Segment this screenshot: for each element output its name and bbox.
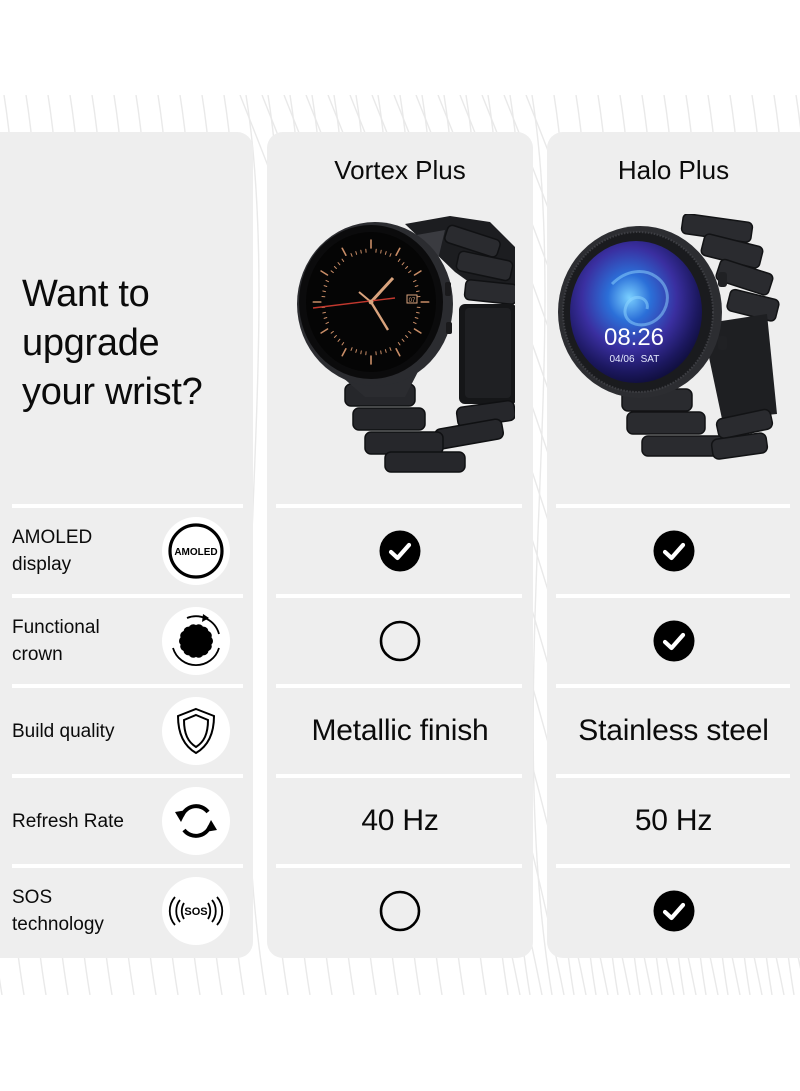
- value-text: Metallic finish: [311, 714, 489, 747]
- value-cell: [547, 508, 800, 594]
- product-title: Vortex Plus: [334, 155, 466, 185]
- svg-text:SOS: SOS: [184, 906, 207, 918]
- feature-label: AMOLED display: [12, 524, 92, 578]
- row-divider: [12, 774, 243, 778]
- rotating-crown-icon: [162, 607, 230, 675]
- value-text: 40 Hz: [361, 804, 439, 837]
- value-cell: [547, 868, 800, 954]
- value-text: 50 Hz: [634, 804, 713, 837]
- headline-line: upgrade: [22, 322, 160, 364]
- check-icon: [653, 890, 695, 932]
- row-divider: [12, 864, 243, 868]
- value-cell: Metallic finish: [267, 688, 533, 774]
- headline: Want to upgrade your wrist?: [22, 270, 203, 417]
- headline-line: Want to: [22, 273, 150, 315]
- sos-icon: SOS: [162, 877, 230, 945]
- shield-icon: [162, 697, 230, 765]
- watch-date-badge: 07: [409, 298, 416, 304]
- refresh-icon: [162, 787, 230, 855]
- check-icon: [653, 530, 695, 572]
- feature-label: Refresh Rate: [12, 808, 124, 835]
- row-divider: [12, 504, 243, 508]
- empty-circle-icon: [379, 620, 421, 662]
- value-cell: Stainless steel: [547, 688, 800, 774]
- value-cell: [267, 868, 533, 954]
- feature-label-line: Build quality: [12, 720, 115, 742]
- vortex-plus-watch-image: 07: [297, 216, 515, 473]
- amoled-icon: AMOLED: [162, 517, 230, 585]
- headline-line: your wrist?: [22, 371, 203, 413]
- feature-label: SOS technology: [12, 884, 104, 938]
- value-cell: 40 Hz: [267, 778, 533, 864]
- feature-label-line: technology: [12, 914, 104, 935]
- feature-label: Functional crown: [12, 614, 100, 668]
- feature-label-line: crown: [12, 644, 63, 665]
- value-cell: 50 Hz: [547, 778, 800, 864]
- value-cell: [267, 508, 533, 594]
- halo-plus-watch-image: 08:26 04/06 SAT: [558, 214, 780, 460]
- feature-label-line: AMOLED: [12, 527, 93, 548]
- watch-day: SAT: [641, 354, 660, 365]
- value-cell: [547, 598, 800, 684]
- value-text: Stainless steel: [578, 714, 769, 747]
- feature-label: Build quality: [12, 718, 114, 745]
- value-cell: [267, 598, 533, 684]
- row-divider: [12, 684, 243, 688]
- watch-time: 08:26: [604, 324, 664, 351]
- check-icon: [653, 620, 695, 662]
- product-title: Halo Plus: [617, 155, 730, 185]
- svg-text:AMOLED: AMOLED: [174, 547, 217, 558]
- row-divider: [12, 594, 243, 598]
- feature-label-line: SOS: [12, 887, 53, 908]
- watch-date: 04/06: [609, 354, 634, 365]
- feature-label-line: Functional: [12, 617, 100, 638]
- empty-circle-icon: [379, 890, 421, 932]
- check-icon: [379, 530, 421, 572]
- feature-label-line: display: [12, 554, 72, 575]
- feature-label-line: Refresh Rate: [12, 810, 124, 832]
